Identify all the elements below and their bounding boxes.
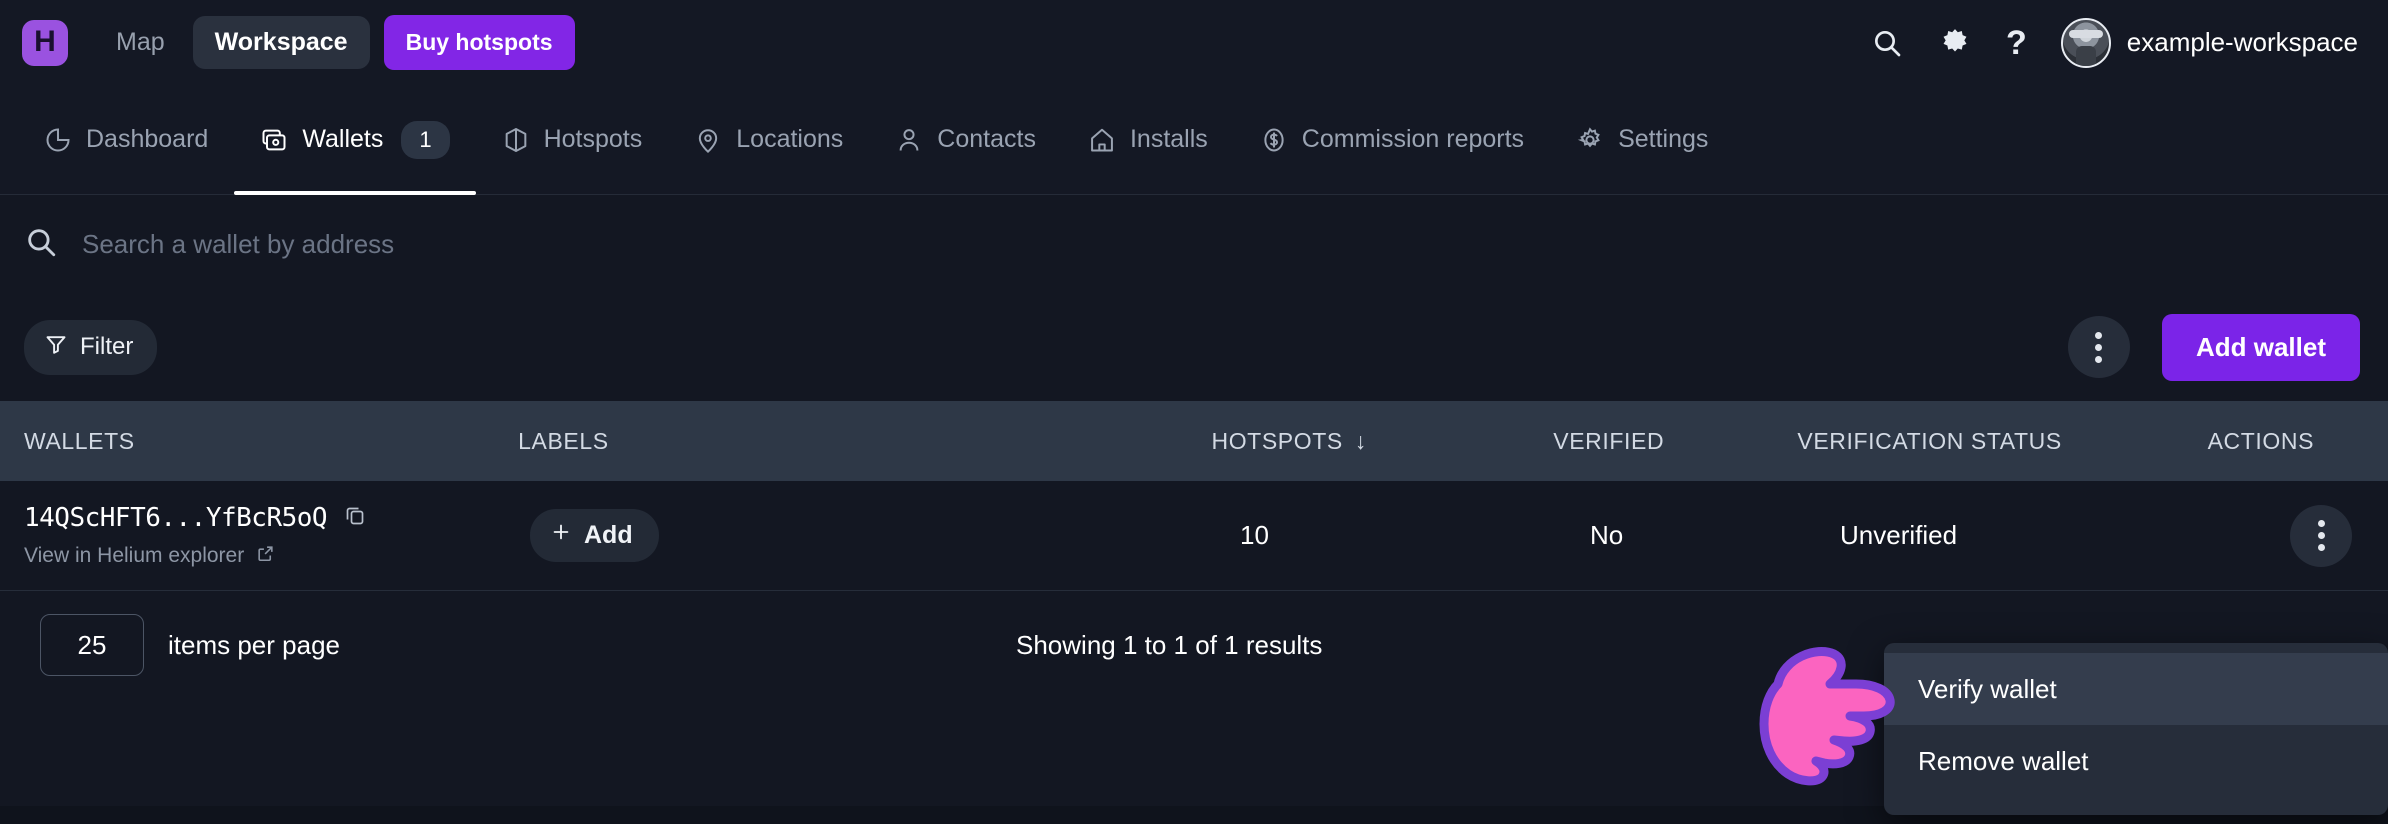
- filter-button[interactable]: Filter: [24, 319, 158, 375]
- sort-descending-icon[interactable]: ↓: [1355, 428, 1367, 455]
- tab-dashboard[interactable]: Dashboard: [18, 85, 234, 194]
- nav-map[interactable]: Map: [102, 18, 179, 67]
- tab-label: Dashboard: [86, 125, 209, 153]
- logo-letter: H: [34, 24, 56, 58]
- dot: [2317, 544, 2325, 551]
- user-icon: [895, 126, 923, 154]
- dot: [2317, 520, 2325, 527]
- gear-icon: [1576, 126, 1604, 154]
- row-actions-menu-button[interactable]: [2290, 504, 2352, 567]
- column-header-wallets[interactable]: WALLETS: [0, 428, 518, 455]
- tab-settings[interactable]: Settings: [1550, 85, 1734, 194]
- nav-workspace[interactable]: Workspace: [192, 16, 370, 69]
- cell-hotspots: 10: [1240, 520, 1269, 550]
- cell-verification-status: Unverified: [1840, 520, 1958, 550]
- menu-item-remove-wallet[interactable]: Remove wallet: [1884, 725, 2388, 797]
- table-overflow-menu-button[interactable]: [2067, 316, 2130, 378]
- map-pin-icon: [694, 126, 722, 154]
- copy-icon[interactable]: [343, 503, 367, 534]
- dot: [2095, 355, 2103, 363]
- filter-icon: [44, 332, 68, 363]
- tab-installs[interactable]: Installs: [1062, 85, 1234, 194]
- help-icon[interactable]: ?: [2006, 26, 2027, 60]
- view-in-helium-explorer-link[interactable]: View in Helium explorer: [24, 544, 530, 569]
- tab-label: Installs: [1129, 125, 1208, 153]
- external-link-icon: [256, 544, 275, 569]
- cell-labels: Add: [530, 509, 1240, 562]
- wallet-icon: [260, 126, 288, 154]
- search-icon[interactable]: [1870, 26, 1904, 60]
- wallet-address-text: 14QScHFT6...YfBcR5oQ: [24, 503, 328, 533]
- search-bar: [0, 195, 2388, 293]
- tab-label: Settings: [1618, 125, 1709, 153]
- tab-label: Hotspots: [543, 125, 643, 153]
- cube-icon: [502, 126, 530, 154]
- column-header-actions: ACTIONS: [2207, 427, 2315, 454]
- table-row: 14QScHFT6...YfBcR5oQ View in Helium expl…: [0, 481, 2388, 591]
- column-header-labels[interactable]: LABELS: [518, 428, 1211, 455]
- add-wallet-button[interactable]: Add wallet: [2161, 313, 2360, 381]
- column-header-verified[interactable]: VERIFIED: [1553, 428, 1797, 455]
- explorer-link-label: View in Helium explorer: [24, 544, 245, 567]
- gear-icon[interactable]: [1938, 26, 1972, 60]
- tab-locations[interactable]: Locations: [668, 85, 869, 194]
- nav-buy-hotspots[interactable]: Buy hotspots: [383, 15, 575, 70]
- column-header-hotspots-label: HOTSPOTS: [1211, 427, 1343, 454]
- column-header-verification-status[interactable]: VERIFICATION STATUS: [1797, 428, 2207, 455]
- wallet-address: 14QScHFT6...YfBcR5oQ: [24, 503, 530, 534]
- table-header: WALLETS LABELS HOTSPOTS ↓ VERIFIED VERIF…: [0, 401, 2388, 481]
- home-icon: [1088, 126, 1116, 154]
- section-tabs: Dashboard Wallets 1 Hotspots Locations C…: [0, 85, 2388, 195]
- dollar-circle-icon: [1260, 126, 1288, 154]
- dot: [2095, 331, 2103, 339]
- plus-icon: [550, 521, 572, 550]
- workspace-menu[interactable]: example-workspace: [2060, 17, 2358, 68]
- tab-wallets[interactable]: Wallets 1: [234, 85, 476, 195]
- row-context-menu: Verify wallet Remove wallet: [1884, 643, 2388, 815]
- add-label-button[interactable]: Add: [530, 509, 659, 562]
- cell-verified: No: [1590, 520, 1624, 550]
- app-header: H Map Workspace Buy hotspots ? example-w…: [0, 0, 2388, 85]
- filter-label: Filter: [80, 333, 134, 360]
- tab-contacts[interactable]: Contacts: [869, 85, 1062, 194]
- tab-label: Commission reports: [1301, 125, 1525, 153]
- avatar: [2060, 17, 2111, 68]
- search-icon: [24, 225, 58, 264]
- items-per-page-label: items per page: [168, 629, 340, 660]
- column-header-hotspots[interactable]: HOTSPOTS ↓: [1211, 428, 1553, 455]
- table-toolbar: Filter Add wallet: [0, 293, 2388, 401]
- tab-hotspots[interactable]: Hotspots: [476, 85, 669, 194]
- tab-label: Locations: [736, 125, 844, 153]
- toolbar-actions: Add wallet: [2067, 313, 2360, 381]
- items-per-page-select[interactable]: 25: [40, 614, 144, 676]
- menu-item-verify-wallet[interactable]: Verify wallet: [1884, 653, 2388, 725]
- workspace-name: example-workspace: [2126, 27, 2358, 57]
- tab-label: Wallets: [302, 125, 384, 153]
- cell-actions: [2260, 504, 2388, 567]
- primary-nav: Map Workspace Buy hotspots: [102, 15, 575, 70]
- pie-chart-icon: [44, 126, 72, 154]
- tab-label: Contacts: [937, 125, 1036, 153]
- tab-commission-reports[interactable]: Commission reports: [1234, 85, 1550, 194]
- search-input[interactable]: [82, 228, 982, 260]
- header-actions: ? example-workspace: [1870, 17, 2358, 68]
- dot: [2317, 532, 2325, 539]
- wallets-count-badge: 1: [401, 120, 450, 159]
- add-label-text: Add: [584, 521, 633, 549]
- dot: [2095, 343, 2103, 351]
- cell-wallet: 14QScHFT6...YfBcR5oQ View in Helium expl…: [0, 503, 530, 569]
- helium-logo[interactable]: H: [22, 19, 68, 66]
- results-summary: Showing 1 to 1 of 1 results: [1016, 629, 1323, 660]
